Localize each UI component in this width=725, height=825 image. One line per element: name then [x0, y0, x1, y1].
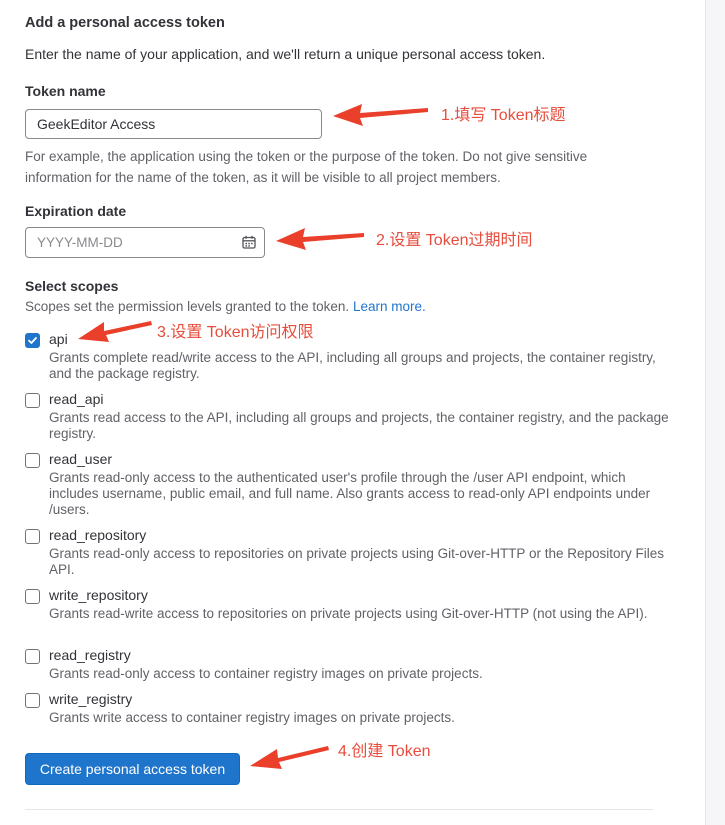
arrow-step4: [250, 746, 329, 769]
annotation-step1: 1.填写 Token标题: [441, 107, 566, 124]
annotation-arrows: [78, 104, 428, 769]
annotation-step2: 2.设置 Token过期时间: [376, 232, 533, 249]
annotation-step3: 3.设置 Token访问权限: [157, 324, 314, 341]
arrow-step1: [333, 104, 428, 126]
page-edge-gutter: [706, 0, 725, 825]
arrow-step2: [276, 228, 364, 250]
annotation-step4: 4.创建 Token: [338, 743, 431, 760]
arrow-step3: [78, 321, 152, 342]
